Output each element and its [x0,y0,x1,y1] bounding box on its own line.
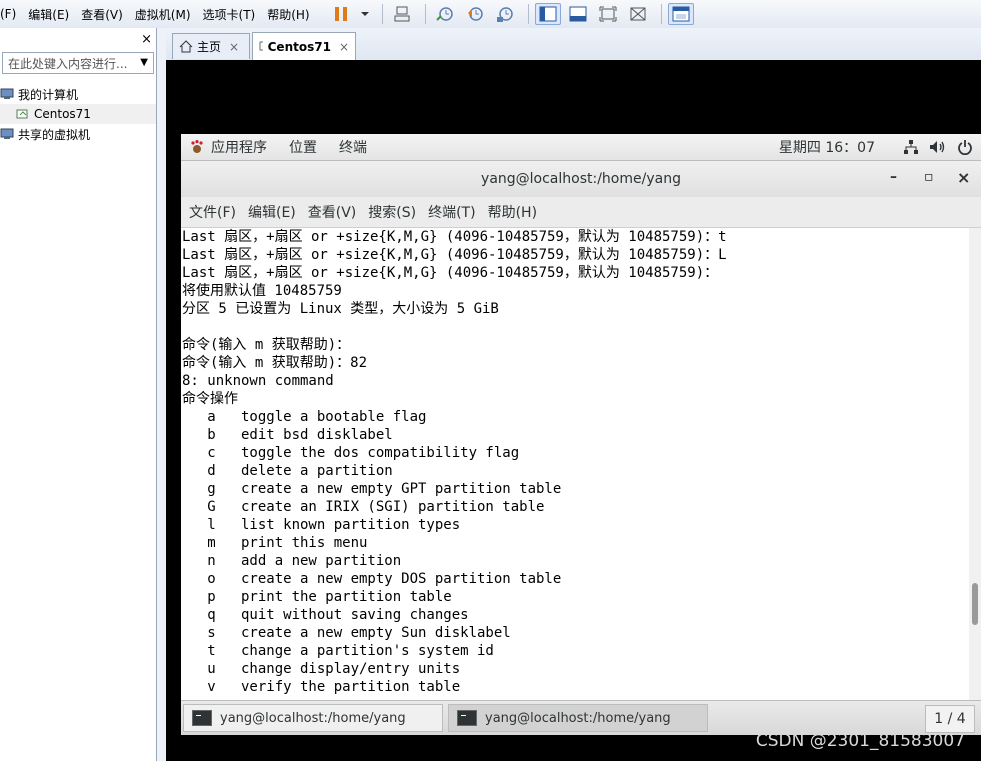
term-menu-help[interactable]: 帮助(H) [488,202,537,222]
snapshot-icon[interactable] [432,3,458,25]
term-menu-edit[interactable]: 编辑(E) [248,202,296,222]
terminal-line: a toggle a bootable flag [182,409,427,425]
terminal-window-title: yang@localhost:/home/yang [481,171,681,187]
workspace-pager[interactable]: 1 / 4 [925,705,975,733]
home-icon [179,40,193,53]
terminal-output[interactable]: Last 扇区，+扇区 or +size{K,M,G} (4096-104857… [181,228,969,700]
gnome-top-bar: 应用程序 位置 终端 星期四 16：07 [181,134,981,161]
library-search-input[interactable]: 在此处键入内容进行... ▼ [2,52,154,74]
tab-home-close-icon[interactable]: × [229,40,239,54]
terminal-line: Last 扇区，+扇区 or +size{K,M,G} (4096-104857… [182,229,727,245]
vm-icon [259,41,263,51]
close-button[interactable]: × [957,168,970,187]
tree-item-centos71[interactable]: Centos71 [0,104,156,124]
terminal-line: b edit bsd disklabel [182,427,393,443]
tab-home[interactable]: 主页 × [172,33,250,59]
terminal-line: q quit without saving changes [182,607,469,623]
library-close-button[interactable]: × [141,32,152,47]
power-icon[interactable] [957,139,973,155]
revert-snapshot-icon[interactable] [462,3,488,25]
menu-tabs[interactable]: 选项卡(T) [203,6,256,23]
terminal-line: l list known partition types [182,517,461,533]
minimize-button[interactable]: – [890,169,897,185]
terminal-line: o create a new empty DOS partition table [182,571,562,587]
taskbar-item-terminal-2[interactable]: yang@localhost:/home/yang [448,704,708,732]
places-menu[interactable]: 位置 [289,137,317,157]
library-tree: 我的计算机 Centos71 共享的虚拟机 [0,84,156,144]
menu-edit[interactable]: 编辑(E) [28,6,69,23]
vm-icon [16,109,28,119]
network-icon[interactable] [903,139,919,155]
terminal-lines: Last 扇区，+扇区 or +size{K,M,G} (4096-104857… [181,228,969,696]
vm-tab-bar: 主页 × Centos71 × [166,28,981,61]
terminal-line: Last 扇区，+扇区 or +size{K,M,G} (4096-104857… [182,247,727,263]
pause-dropdown-icon[interactable] [358,3,372,25]
term-menu-view[interactable]: 查看(V) [308,202,357,222]
vmware-toolbar [328,3,698,25]
terminal-icon [192,710,212,726]
tab-centos71[interactable]: Centos71 × [252,32,356,60]
terminal-line: m print this menu [182,535,368,551]
library-search-placeholder: 在此处键入内容进行... [8,56,128,71]
terminal-line: t change a partition's system id [182,643,494,659]
tree-item-shared-vms[interactable]: 共享的虚拟机 [0,124,156,144]
term-menu-terminal[interactable]: 终端(T) [428,202,475,222]
menu-file[interactable]: (F) [0,7,16,21]
console-view-icon[interactable] [667,3,694,25]
pause-icon[interactable] [328,3,354,25]
terminal-line: 命令(输入 m 获取帮助)： [182,337,351,353]
term-menu-file[interactable]: 文件(F) [189,202,236,222]
tree-item-my-computer[interactable]: 我的计算机 [0,84,156,104]
maximize-button[interactable]: ▫ [924,169,934,185]
computer-icon [0,88,14,99]
terminal-scrollbar[interactable] [969,228,981,700]
scrollbar-thumb[interactable] [972,583,978,625]
terminal-line: v verify the partition table [182,679,461,695]
terminal-line: s create a new empty Sun disklabel [182,625,511,641]
gnome-taskbar: yang@localhost:/home/yang yang@localhost… [181,700,981,735]
terminal-line: 分区 5 已设置为 Linux 类型，大小设为 5 GiB [182,301,499,317]
fullscreen-icon[interactable] [595,3,621,25]
terminal-line: n add a new partition [182,553,402,569]
menu-view[interactable]: 查看(V) [81,6,123,23]
show-library-icon[interactable] [534,3,561,25]
terminal-line: G create an IRIX (SGI) partition table [182,499,545,515]
snapshot-manager-icon[interactable] [492,3,518,25]
volume-icon[interactable] [929,139,947,155]
unity-icon[interactable] [625,3,651,25]
watermark: CSDN @2301_81583007 [755,731,965,751]
chevron-down-icon[interactable]: ▼ [140,57,148,68]
library-panel: × 在此处键入内容进行... ▼ 我的计算机 Centos71 共享的虚拟机 [0,28,157,761]
send-ctrl-alt-del-icon[interactable] [389,3,415,25]
terminal-line: p print the partition table [182,589,452,605]
vmware-menubar: (F) 编辑(E) 查看(V) 虚拟机(M) 选项卡(T) 帮助(H) [0,0,981,29]
terminal-line: 命令操作 [182,391,238,407]
clock[interactable]: 星期四 16：07 [779,137,875,157]
terminal-menubar: 文件(F) 编辑(E) 查看(V) 搜索(S) 终端(T) 帮助(H) [181,197,981,228]
gnome-foot-icon [191,140,203,153]
thumbnail-bar-icon[interactable] [565,3,591,25]
shared-vm-icon [0,128,14,139]
terminal-titlebar[interactable]: yang@localhost:/home/yang – ▫ × [181,161,981,197]
menu-help[interactable]: 帮助(H) [267,6,309,23]
terminal-app-menu[interactable]: 终端 [339,137,367,157]
terminal-line: 将使用默认值 10485759 [182,283,342,299]
terminal-icon [457,710,477,726]
menu-vm[interactable]: 虚拟机(M) [135,6,191,23]
terminal-line: 命令(输入 m 获取帮助)：82 [182,355,368,371]
terminal-line: u change display/entry units [182,661,461,677]
terminal-line: d delete a partition [182,463,393,479]
terminal-line: c toggle the dos compatibility flag [182,445,520,461]
terminal-line: Last 扇区，+扇区 or +size{K,M,G} (4096-104857… [182,265,719,281]
terminal-line: 8: unknown command [182,373,334,389]
taskbar-item-terminal-1[interactable]: yang@localhost:/home/yang [183,704,443,732]
tab-centos71-close-icon[interactable]: × [339,40,349,54]
terminal-line: g create a new empty GPT partition table [182,481,562,497]
term-menu-search[interactable]: 搜索(S) [368,202,416,222]
applications-menu[interactable]: 应用程序 [211,137,267,157]
